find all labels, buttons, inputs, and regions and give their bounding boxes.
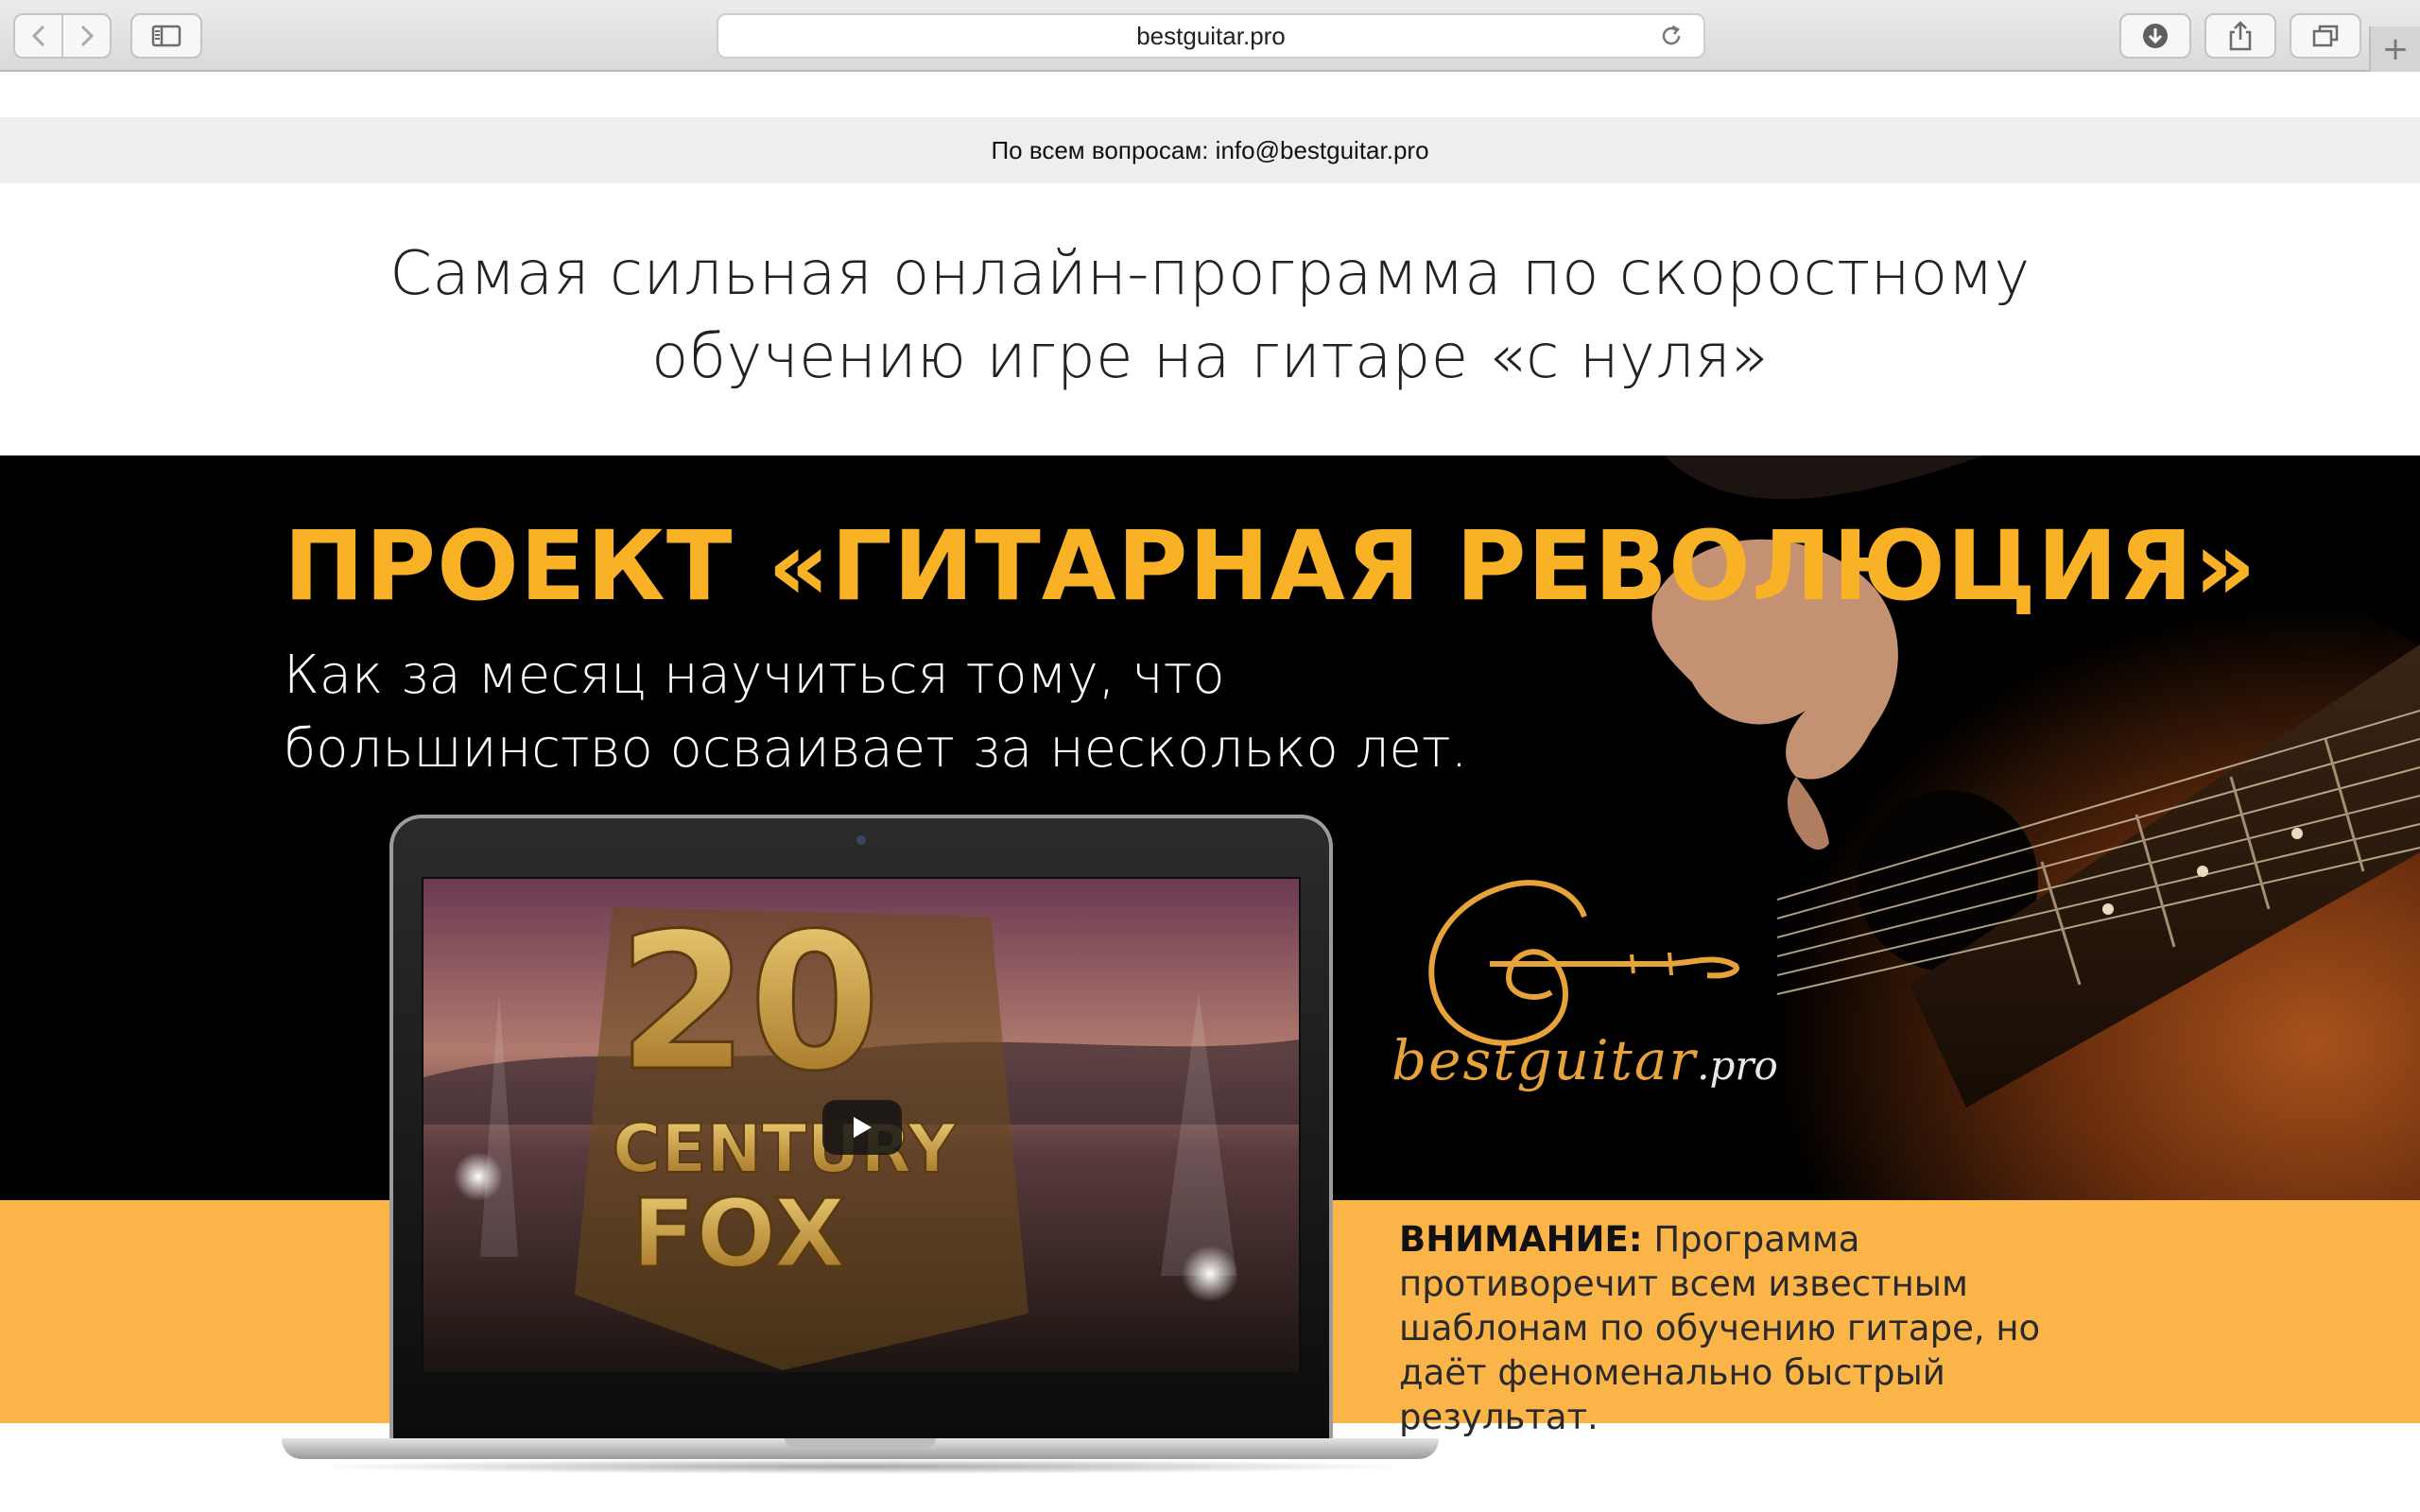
plus-icon: + <box>2381 30 2410 68</box>
chevron-right-icon <box>80 25 94 47</box>
new-tab-button[interactable]: + <box>2369 26 2420 72</box>
project-title: ПРОЕКТ «ГИТАРНАЯ РЕВОЛЮЦИЯ» <box>284 510 2257 623</box>
play-icon <box>854 1117 872 1138</box>
headline-line-2: обучению игре на гитаре «с нуля» <box>651 322 1769 392</box>
download-icon <box>2143 24 2168 48</box>
forward-button[interactable] <box>61 15 110 57</box>
chevron-left-icon <box>31 25 44 47</box>
page-headline: Самая сильная онлайн-программа по скорос… <box>0 232 2420 399</box>
share-icon <box>2229 21 2252 51</box>
headline-line-1: Самая сильная онлайн-программа по скорос… <box>389 239 2031 309</box>
tabs-overview-button[interactable] <box>2290 13 2361 59</box>
sidebar-button[interactable] <box>130 13 202 59</box>
downloads-button[interactable] <box>2119 13 2191 59</box>
contact-text: По всем вопросам: info@bestguitar.pro <box>991 135 1429 164</box>
video-frame-text-mid: CENTURY <box>613 1110 957 1188</box>
back-button[interactable] <box>15 15 61 57</box>
laptop-shadow <box>302 1459 1418 1474</box>
logo-name: bestguitar <box>1392 1028 1698 1092</box>
reload-icon[interactable] <box>1658 23 1685 49</box>
share-button[interactable] <box>2204 13 2276 59</box>
notice-label: ВНИМАНИЕ: <box>1399 1219 1643 1260</box>
subtitle-line-1: Как за месяц научиться тому, что <box>284 644 1225 706</box>
laptop-camera <box>856 835 866 845</box>
laptop-notch <box>785 1438 936 1448</box>
address-bar[interactable]: bestguitar.pro <box>717 13 1705 59</box>
contact-strip: По всем вопросам: info@bestguitar.pro <box>0 117 2420 183</box>
project-subtitle: Как за месяц научиться тому, что большин… <box>284 639 1607 786</box>
browser-toolbar: bestguitar.pro + <box>0 0 2420 72</box>
tabs-overview-icon <box>2312 25 2339 47</box>
bestguitar-logo: bestguitar.pro <box>1392 1028 1778 1092</box>
video-frame-text-bottom: FOX <box>631 1178 846 1289</box>
logo-tld: .pro <box>1697 1042 1778 1089</box>
address-url: bestguitar.pro <box>1136 21 1286 50</box>
attention-notice: ВНИМАНИЕ: Программа противоречит всем из… <box>1399 1217 2118 1439</box>
history-nav <box>13 13 112 59</box>
subtitle-line-2: большинство осваивает за несколько лет. <box>284 718 1468 780</box>
sidebar-icon <box>151 25 182 47</box>
video-play-button[interactable] <box>822 1100 902 1155</box>
video-frame-text-top: 20 <box>617 893 880 1113</box>
